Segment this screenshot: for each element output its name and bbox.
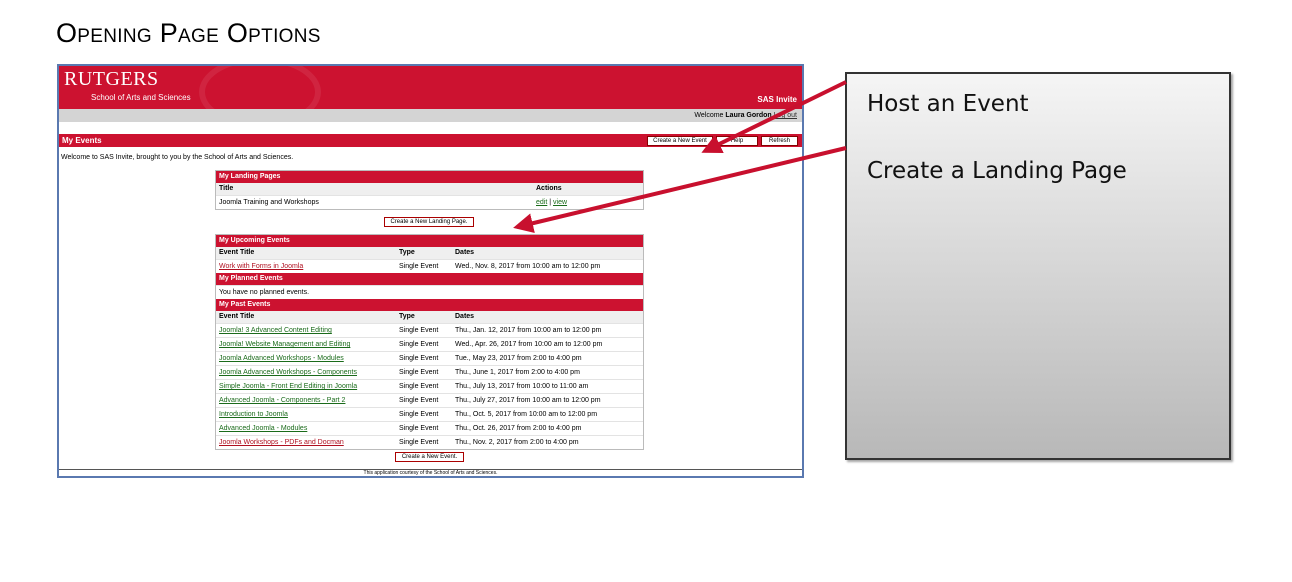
arrow-landing-page	[513, 146, 847, 233]
callout-arrows	[513, 80, 847, 233]
arrow-host-event	[701, 80, 847, 153]
